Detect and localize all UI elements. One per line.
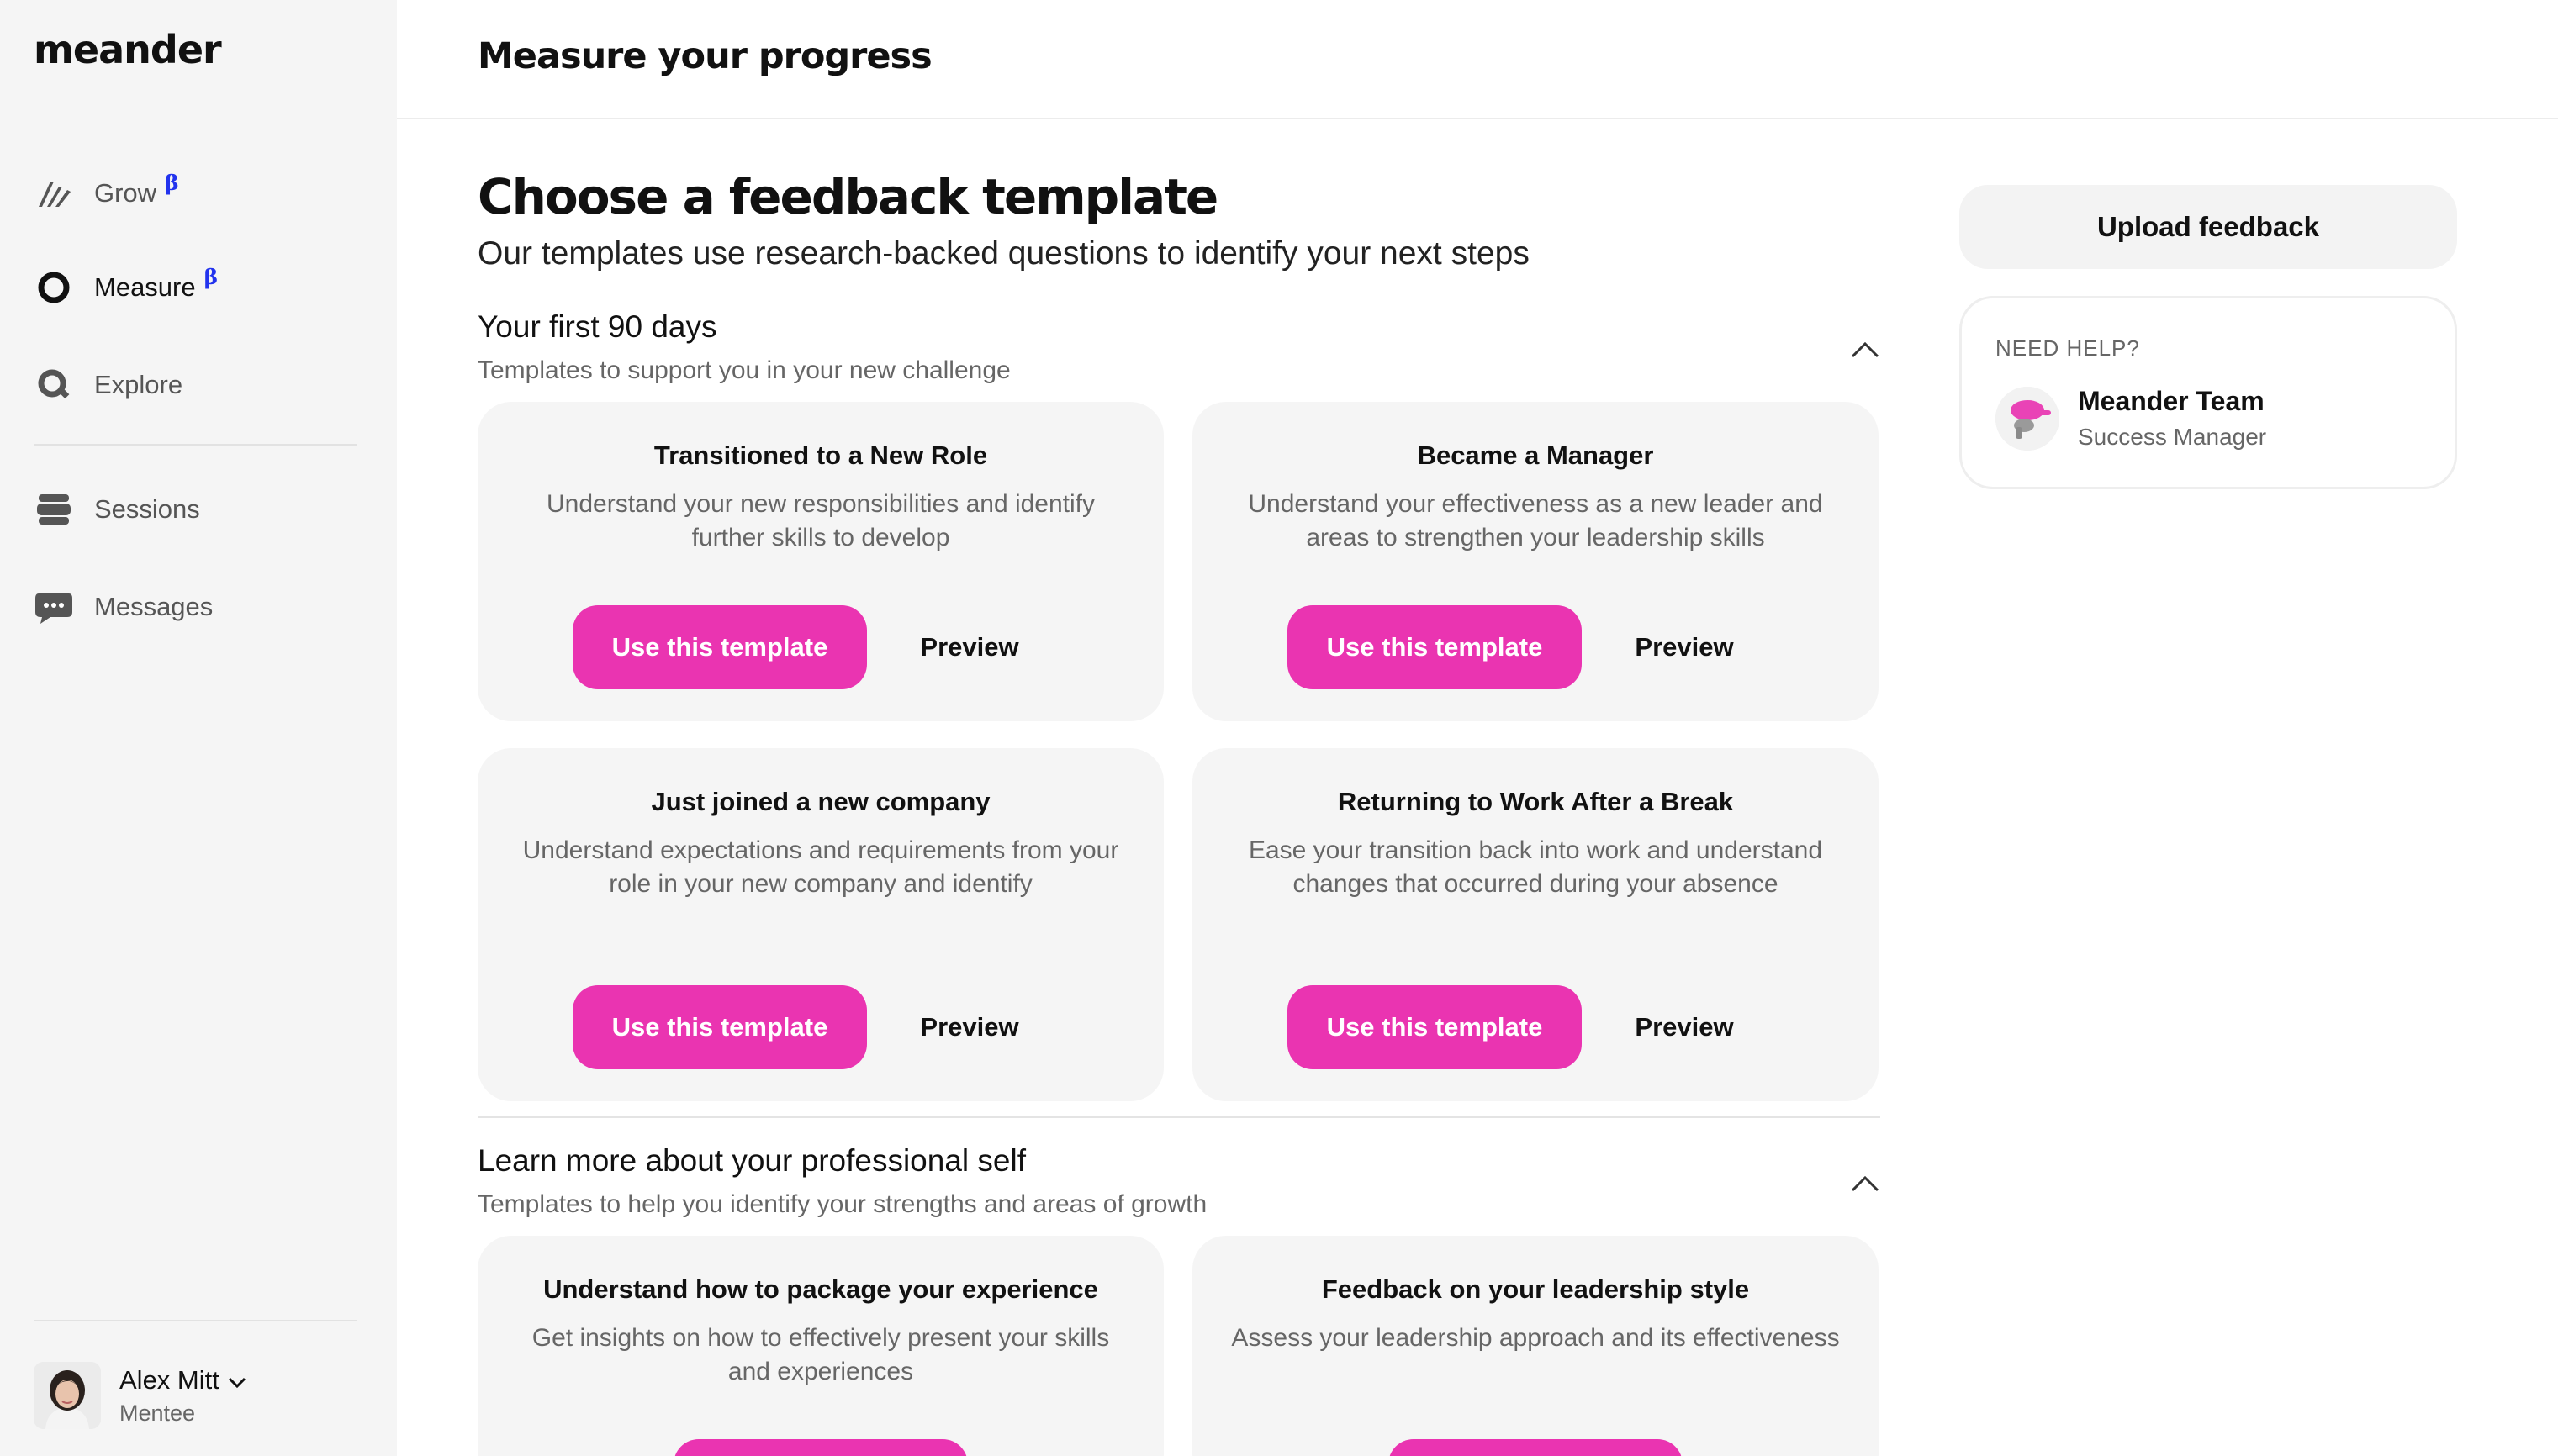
chevron-up-icon (1851, 341, 1879, 358)
sessions-icon (34, 489, 74, 530)
chat-bubble-icon (34, 587, 74, 627)
page-header-title: Measure your progress (478, 35, 933, 77)
chevron-up-icon (1851, 1175, 1879, 1192)
profile-role: Mentee (119, 1400, 196, 1426)
nav-item-grow[interactable]: Grow β (34, 168, 179, 219)
card-description: Ease your transition back into work and … (1248, 836, 1823, 898)
preview-button[interactable]: Preview (1585, 985, 1784, 1069)
nav-item-explore[interactable]: Explore (34, 360, 182, 410)
nav-label-grow: Grow (94, 178, 157, 208)
section-divider (478, 1116, 1880, 1118)
help-contact-name: Meander Team (2078, 386, 2265, 416)
card-description: Understand your effectiveness as a new l… (1248, 490, 1823, 551)
card-title: Just joined a new company (651, 787, 991, 816)
use-template-button[interactable]: Use this template (573, 985, 867, 1069)
success-manager-contact[interactable]: Meander Team Success Manager (1995, 386, 2266, 451)
sidebar: meander Grow β Measure β Explore Session… (0, 0, 397, 1456)
measure-ring-icon (34, 267, 74, 308)
template-card: Transitioned to a New Role Understand yo… (478, 402, 1164, 721)
template-card: Became a Manager Understand your effecti… (1192, 402, 1879, 721)
upload-feedback-button[interactable]: Upload feedback (1959, 185, 2457, 269)
use-template-button[interactable] (1388, 1439, 1683, 1456)
section-title-professional-self: Learn more about your professional self (478, 1143, 1026, 1178)
card-title: Transitioned to a New Role (653, 440, 988, 470)
nav-item-measure[interactable]: Measure β (34, 262, 218, 313)
template-card: Feedback on your leadership style Assess… (1192, 1236, 1879, 1456)
use-template-button[interactable]: Use this template (1287, 605, 1582, 689)
card-description: Get insights on how to effectively prese… (531, 1324, 1110, 1385)
section-desc-professional-self: Templates to help you identify your stre… (478, 1190, 1208, 1218)
preview-button[interactable]: Preview (870, 985, 1069, 1069)
sidebar-divider-bottom (34, 1320, 357, 1321)
nav-item-messages[interactable]: Messages (34, 582, 213, 632)
collapse-section-button[interactable] (1847, 1165, 1884, 1202)
use-template-button[interactable]: Use this template (573, 605, 867, 689)
user-profile-menu[interactable]: Alex Mitt Mentee (34, 1362, 246, 1429)
nav-label-measure: Measure (94, 272, 196, 302)
use-template-button[interactable]: Use this template (1287, 985, 1582, 1069)
grow-icon (34, 173, 74, 214)
team-avatar (1995, 386, 2059, 451)
app-logo[interactable]: meander (34, 27, 222, 72)
template-card: Understand how to package your experienc… (478, 1236, 1164, 1456)
card-title: Became a Manager (1417, 440, 1654, 470)
nav-label-explore: Explore (94, 370, 183, 399)
nav-label-sessions: Sessions (94, 494, 200, 524)
template-card: Returning to Work After a Break Ease you… (1192, 748, 1879, 1101)
card-description: Understand your new responsibilities and… (546, 490, 1096, 551)
help-contact-role: Success Manager (2078, 424, 2267, 450)
chevron-down-icon[interactable] (228, 1365, 246, 1395)
template-card: Just joined a new company Understand exp… (478, 748, 1164, 1101)
use-template-button[interactable] (674, 1439, 968, 1456)
page-title: Choose a feedback template (478, 168, 1218, 225)
card-title: Returning to Work After a Break (1337, 787, 1734, 816)
nav-label-messages: Messages (94, 592, 214, 621)
avatar (34, 1362, 101, 1429)
nav-item-sessions[interactable]: Sessions (34, 484, 200, 535)
section-title-first-90-days: Your first 90 days (478, 309, 717, 344)
top-bar: Measure your progress (397, 0, 2558, 119)
card-description: Assess your leadership approach and its … (1231, 1324, 1840, 1352)
help-label: NEED HELP? (1995, 335, 2140, 361)
section-desc-first-90-days: Templates to support you in your new cha… (478, 356, 1011, 384)
preview-button[interactable]: Preview (1585, 605, 1784, 689)
profile-name: Alex Mitt (119, 1364, 219, 1395)
collapse-section-button[interactable] (1847, 331, 1884, 368)
card-description: Understand expectations and requirements… (522, 836, 1119, 898)
preview-button[interactable]: Preview (870, 605, 1069, 689)
page-subtitle: Our templates use research-backed questi… (478, 235, 1530, 272)
card-title: Feedback on your leadership style (1321, 1274, 1750, 1304)
sidebar-divider (34, 444, 357, 446)
beta-badge-grow: β (165, 170, 179, 195)
search-icon (34, 365, 74, 405)
card-title: Understand how to package your experienc… (543, 1274, 1098, 1304)
beta-badge-measure: β (203, 264, 219, 289)
help-card: NEED HELP? Meander Team Success Manager (1959, 296, 2457, 489)
